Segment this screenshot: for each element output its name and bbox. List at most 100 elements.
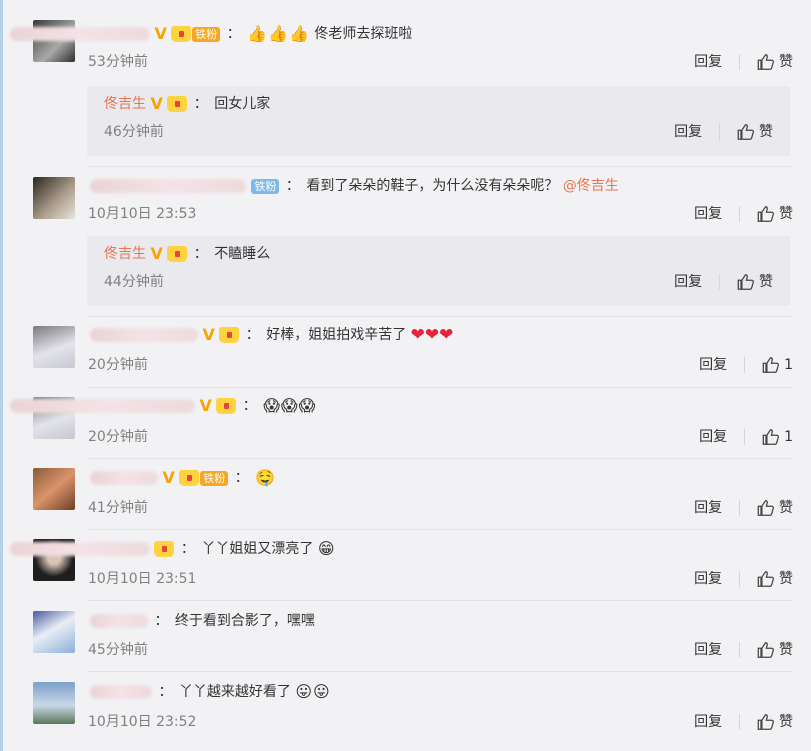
reply-box: 佟吉生 V ： 不瞌睡么 44分钟前 回复 赞 (87, 236, 790, 306)
comment-text: 终于看到合影了，嘿嘿 (174, 613, 315, 629)
verified-v-icon: V (162, 468, 175, 487)
like-count: 1 (784, 357, 793, 373)
like-button[interactable]: 赞 (756, 54, 793, 70)
reply-actions: 回复 赞 (674, 271, 773, 293)
like-button[interactable]: 赞 (736, 274, 773, 290)
like-button[interactable]: 1 (761, 429, 793, 445)
avatar[interactable] (33, 611, 75, 653)
reply-author[interactable]: 佟吉生 (104, 246, 146, 262)
like-button[interactable]: 1 (761, 357, 793, 373)
reply-author[interactable]: 佟吉生 (104, 96, 146, 112)
thumbs-up-icon (757, 571, 775, 587)
comment-time: 10月10日 23:52 (88, 714, 197, 730)
like-count: 赞 (779, 500, 793, 516)
thumbs-up-icon (757, 714, 775, 730)
reply-actions: 回复 赞 (674, 121, 773, 143)
comment-divider (88, 529, 793, 530)
fan-badge: 铁粉 (251, 178, 280, 194)
reply-text-line: 佟吉生 V ： 回女儿家 (104, 94, 271, 113)
blurred-username[interactable] (90, 328, 198, 342)
reply-text: 不瞌睡么 (214, 246, 271, 262)
comment-divider (88, 316, 793, 317)
like-button[interactable]: 赞 (756, 500, 793, 516)
avatar[interactable] (33, 326, 75, 368)
reply-button[interactable]: 回复 (699, 357, 727, 373)
comment-actions: 回复 赞 (694, 639, 793, 661)
like-button[interactable]: 赞 (756, 714, 793, 730)
reply-button[interactable]: 回复 (694, 642, 722, 658)
comment-text-line: 铁粉 ： 看到了朵朵的鞋子，为什么没有朵朵呢？ @佟吉生 (90, 175, 801, 197)
comment-divider (88, 387, 793, 388)
blurred-username[interactable] (10, 542, 150, 556)
tongue-emoji: 😛😛 (295, 682, 331, 701)
comment-time: 10月10日 23:53 (88, 206, 197, 222)
verified-v-icon: V (154, 24, 167, 43)
comment-text-line: ： 终于看到合影了，嘿嘿 (90, 610, 801, 632)
reply-button[interactable]: 回复 (694, 714, 722, 730)
comment-meta: 53分钟前 回复 赞 (88, 51, 793, 73)
avatar[interactable] (33, 682, 75, 724)
like-count: 1 (784, 429, 793, 445)
reply-button[interactable]: 回复 (674, 124, 702, 140)
mention-link[interactable]: @佟吉生 (563, 178, 619, 194)
comment-text: 看到了朵朵的鞋子，为什么没有朵朵呢？ (306, 178, 559, 194)
reply-button[interactable]: 回复 (699, 429, 727, 445)
reply-button[interactable]: 回复 (694, 500, 722, 516)
fan-badge: 铁粉 (192, 26, 221, 42)
comment-text-line: ： 丫丫姐姐又漂亮了 😁 (10, 538, 801, 560)
like-button[interactable]: 赞 (756, 642, 793, 658)
comment-meta: 20分钟前 回复 1 (88, 354, 793, 376)
comment-actions: 回复 赞 (694, 711, 793, 733)
blurred-username[interactable] (90, 471, 158, 485)
comment-time: 20分钟前 (88, 429, 148, 445)
divider (743, 429, 745, 445)
blurred-username[interactable] (10, 27, 150, 41)
divider (743, 357, 745, 373)
fan-badge: 铁粉 (200, 470, 229, 486)
comment-text-line: ： 丫丫越来越好看了 😛😛 (90, 681, 801, 703)
like-count: 赞 (779, 54, 793, 70)
thumbs-up-icon (737, 124, 755, 140)
reply-button[interactable]: 回复 (694, 54, 722, 70)
comment-text: 丫丫越来越好看了 (178, 684, 291, 700)
verified-v-icon: V (202, 325, 215, 344)
like-button[interactable]: 赞 (756, 206, 793, 222)
like-button[interactable]: 赞 (736, 124, 773, 140)
divider (738, 206, 740, 222)
comment-text: 佟老师去探班啦 (314, 26, 413, 42)
drooling-emoji: 🤤 (255, 468, 277, 487)
comment-meta: 10月10日 23:53 回复 赞 (88, 203, 793, 225)
comment-meta: 20分钟前 回复 1 (88, 426, 793, 448)
comment-divider (88, 600, 793, 601)
reply-button[interactable]: 回复 (694, 571, 722, 587)
thumbs-up-emoji: 👍👍👍 (247, 24, 310, 43)
blurred-username[interactable] (90, 614, 148, 628)
like-count: 赞 (779, 206, 793, 222)
like-count: 赞 (779, 642, 793, 658)
comment-divider (88, 671, 793, 672)
comment-text: 好棒，姐姐拍戏辛苦了 (266, 327, 407, 343)
comment-time: 41分钟前 (88, 500, 148, 516)
crown-icon (154, 541, 175, 557)
comment-actions: 回复 赞 (694, 568, 793, 590)
divider (738, 714, 740, 730)
verified-v-icon: V (199, 396, 212, 415)
like-button[interactable]: 赞 (756, 571, 793, 587)
reply-text: 回女儿家 (214, 96, 271, 112)
avatar[interactable] (33, 468, 75, 510)
avatar[interactable] (33, 177, 75, 219)
verified-v-icon: V (150, 94, 163, 113)
comment-time: 45分钟前 (88, 642, 148, 658)
comment-text-line: V 铁粉 ： 👍👍👍 佟老师去探班啦 (10, 23, 801, 45)
reply-button[interactable]: 回复 (694, 206, 722, 222)
comment-meta: 10月10日 23:51 回复 赞 (88, 568, 793, 590)
left-edge (0, 0, 3, 751)
blurred-username[interactable] (90, 685, 152, 699)
crown-icon (167, 246, 188, 262)
blurred-username[interactable] (90, 179, 246, 193)
blurred-username[interactable] (10, 399, 195, 413)
reply-button[interactable]: 回复 (674, 274, 702, 290)
verified-v-icon: V (150, 244, 163, 263)
shocked-emoji: 😱😱😱 (263, 396, 317, 415)
comment-actions: 回复 赞 (694, 203, 793, 225)
